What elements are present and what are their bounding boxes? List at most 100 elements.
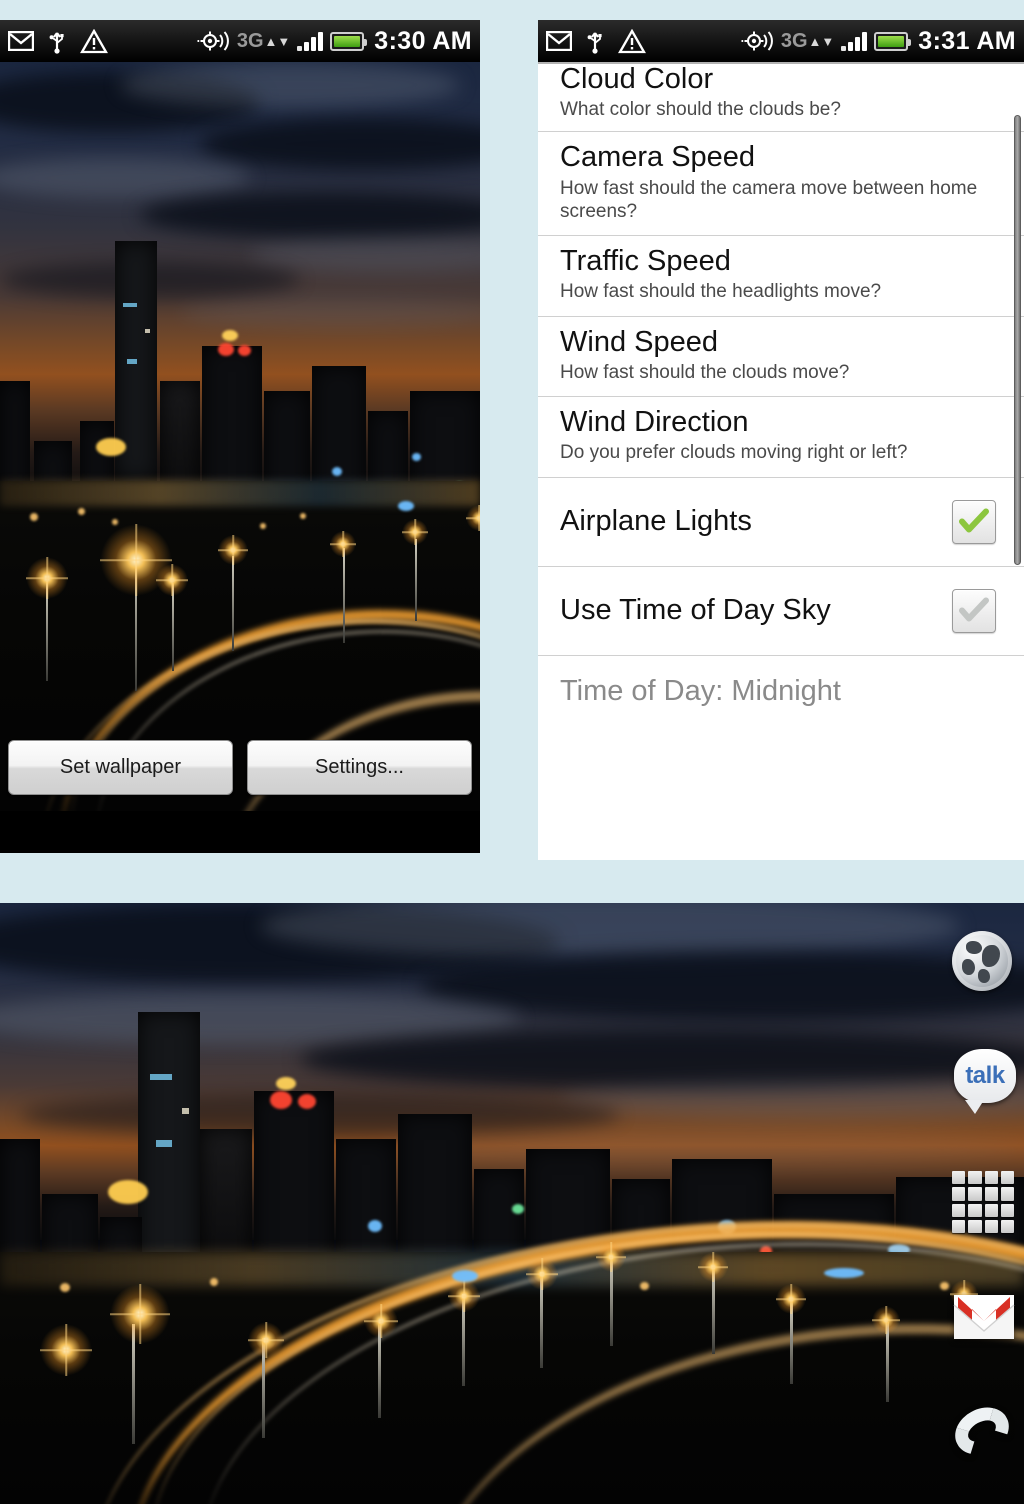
lamp-glow	[156, 564, 188, 596]
list-item-wind-direction[interactable]: Wind Direction Do you prefer clouds movi…	[538, 397, 1024, 478]
lamp-glow	[872, 1306, 900, 1334]
blue-light	[368, 1220, 382, 1232]
green-light	[512, 1204, 524, 1214]
lamp-glow	[110, 1284, 170, 1344]
distant-light	[78, 508, 85, 515]
list-item-title: Camera Speed	[560, 141, 756, 174]
settings-status-bar: 3G ▲▼ 3:31 AM	[538, 20, 1024, 62]
preview-status-bar: 3G ▲▼ 3:30 AM	[0, 20, 480, 62]
list-item-wind-speed[interactable]: Wind Speed How fast should the clouds mo…	[538, 316, 1024, 398]
street-lamp	[886, 1322, 889, 1402]
lamp-glow	[526, 1258, 558, 1290]
distant-light	[30, 513, 38, 521]
distant-light	[60, 1283, 70, 1292]
list-item-title: Airplane Lights	[560, 504, 752, 537]
gps-icon	[196, 29, 230, 53]
airplane-light	[218, 343, 234, 356]
list-item-time-of-day[interactable]: Time of Day: Midnight	[538, 655, 1024, 735]
lamp-glow	[448, 1280, 480, 1312]
network-label: 3G	[236, 30, 264, 52]
use-time-of-day-sky-checkbox[interactable]	[952, 588, 996, 633]
airplane-light	[270, 1091, 292, 1109]
airplane-lights-checkbox[interactable]	[952, 499, 996, 544]
google-talk-icon[interactable]: talk	[954, 1049, 1016, 1114]
wallpaper-canvas	[0, 62, 480, 811]
street-lamp	[232, 556, 234, 651]
distant-light	[824, 1268, 864, 1278]
battery-icon	[874, 31, 912, 51]
app-drawer-icon[interactable]	[952, 1171, 1014, 1233]
list-item-title: Traffic Speed	[560, 245, 731, 278]
list-item-cloud-color[interactable]: Cloud Color What color should the clouds…	[538, 63, 1024, 133]
preview-footer-bar	[0, 811, 480, 853]
home-screen-icon-column: talk	[914, 903, 1024, 1504]
settings-panel: 3G ▲▼ 3:31 AM Night City Cloud Color Wha…	[538, 20, 1024, 860]
list-item-title: Time of Day: Midnight	[560, 674, 841, 707]
street-lamp	[343, 548, 345, 643]
network-label: 3G	[780, 30, 808, 52]
network-3g-icon: 3G ▲▼	[780, 30, 834, 52]
lamp-glow	[364, 1304, 398, 1338]
settings-scrollbar[interactable]	[1014, 115, 1021, 565]
distant-light	[452, 1270, 478, 1282]
distant-light	[398, 501, 414, 511]
list-item-subtitle: Do you prefer clouds moving right or lef…	[560, 442, 908, 464]
status-clock: 3:31 AM	[918, 26, 1016, 55]
list-item-title: Wind Direction	[560, 406, 749, 439]
battery-icon	[330, 31, 368, 51]
gmail-icon	[546, 31, 572, 51]
settings-list: Cloud Color What color should the clouds…	[538, 63, 1024, 735]
blue-light	[332, 467, 342, 476]
tower-light	[222, 330, 238, 341]
lamp-glow	[776, 1284, 806, 1314]
blue-light	[412, 453, 421, 461]
network-3g-icon: 3G ▲▼	[236, 30, 291, 52]
set-wallpaper-button[interactable]: Set wallpaper	[8, 740, 233, 795]
wallpaper-action-buttons: Set wallpaper Settings...	[0, 740, 480, 811]
usb-icon	[48, 28, 66, 54]
lamp-glow	[218, 535, 248, 565]
list-item-title: Cloud Color	[560, 63, 714, 95]
distant-light	[112, 519, 118, 525]
street-lamp	[172, 583, 174, 671]
list-item-title: Use Time of Day Sky	[560, 593, 831, 626]
gps-icon	[740, 29, 774, 53]
list-item-subtitle: What color should the clouds be?	[560, 99, 841, 121]
page-root: 3G ▲▼ 3:30 AM Set wallpaper Settings... …	[0, 0, 1024, 1504]
check-icon	[959, 597, 989, 622]
dome-light	[96, 438, 126, 456]
gmail-icon[interactable]	[952, 1293, 1015, 1353]
list-item-use-time-of-day-sky[interactable]: Use Time of Day Sky	[538, 566, 1024, 656]
cloud	[120, 62, 460, 108]
usb-icon	[586, 28, 604, 54]
signal-bars-icon	[841, 31, 868, 51]
airplane-light	[238, 345, 251, 356]
lamp-glow	[596, 1242, 626, 1272]
status-clock: 3:30 AM	[374, 26, 472, 55]
list-item-subtitle: How fast should the clouds move?	[560, 361, 850, 383]
signal-bars-icon	[297, 31, 324, 51]
lamp-glow	[40, 1324, 92, 1376]
wallpaper-preview-panel: 3G ▲▼ 3:30 AM Set wallpaper Settings...	[0, 20, 480, 853]
lamp-glow	[330, 531, 356, 557]
lamp-glow	[26, 557, 68, 599]
warning-icon	[80, 28, 108, 54]
list-item-traffic-speed[interactable]: Traffic Speed How fast should the headli…	[538, 236, 1024, 317]
list-item-airplane-lights[interactable]: Airplane Lights	[538, 477, 1024, 567]
home-wallpaper-canvas	[0, 903, 1024, 1504]
talk-label: talk	[965, 1062, 1005, 1089]
lamp-glow	[402, 519, 428, 545]
browser-globe-icon[interactable]	[952, 931, 1012, 991]
street-lamp	[415, 539, 417, 621]
home-screen-panel: talk	[0, 903, 1024, 1504]
phone-icon[interactable]	[946, 1398, 1018, 1464]
list-item-subtitle: How fast should the camera move between …	[560, 177, 978, 222]
data-arrows-icon: ▲▼	[264, 33, 291, 49]
warning-icon	[618, 28, 646, 54]
lamp-glow	[698, 1252, 728, 1282]
settings-button[interactable]: Settings...	[247, 740, 472, 795]
lamp-glow	[248, 1322, 284, 1358]
list-item-subtitle: How fast should the headlights move?	[560, 281, 882, 303]
list-item-camera-speed[interactable]: Camera Speed How fast should the camera …	[538, 132, 1024, 237]
check-icon	[959, 508, 989, 533]
